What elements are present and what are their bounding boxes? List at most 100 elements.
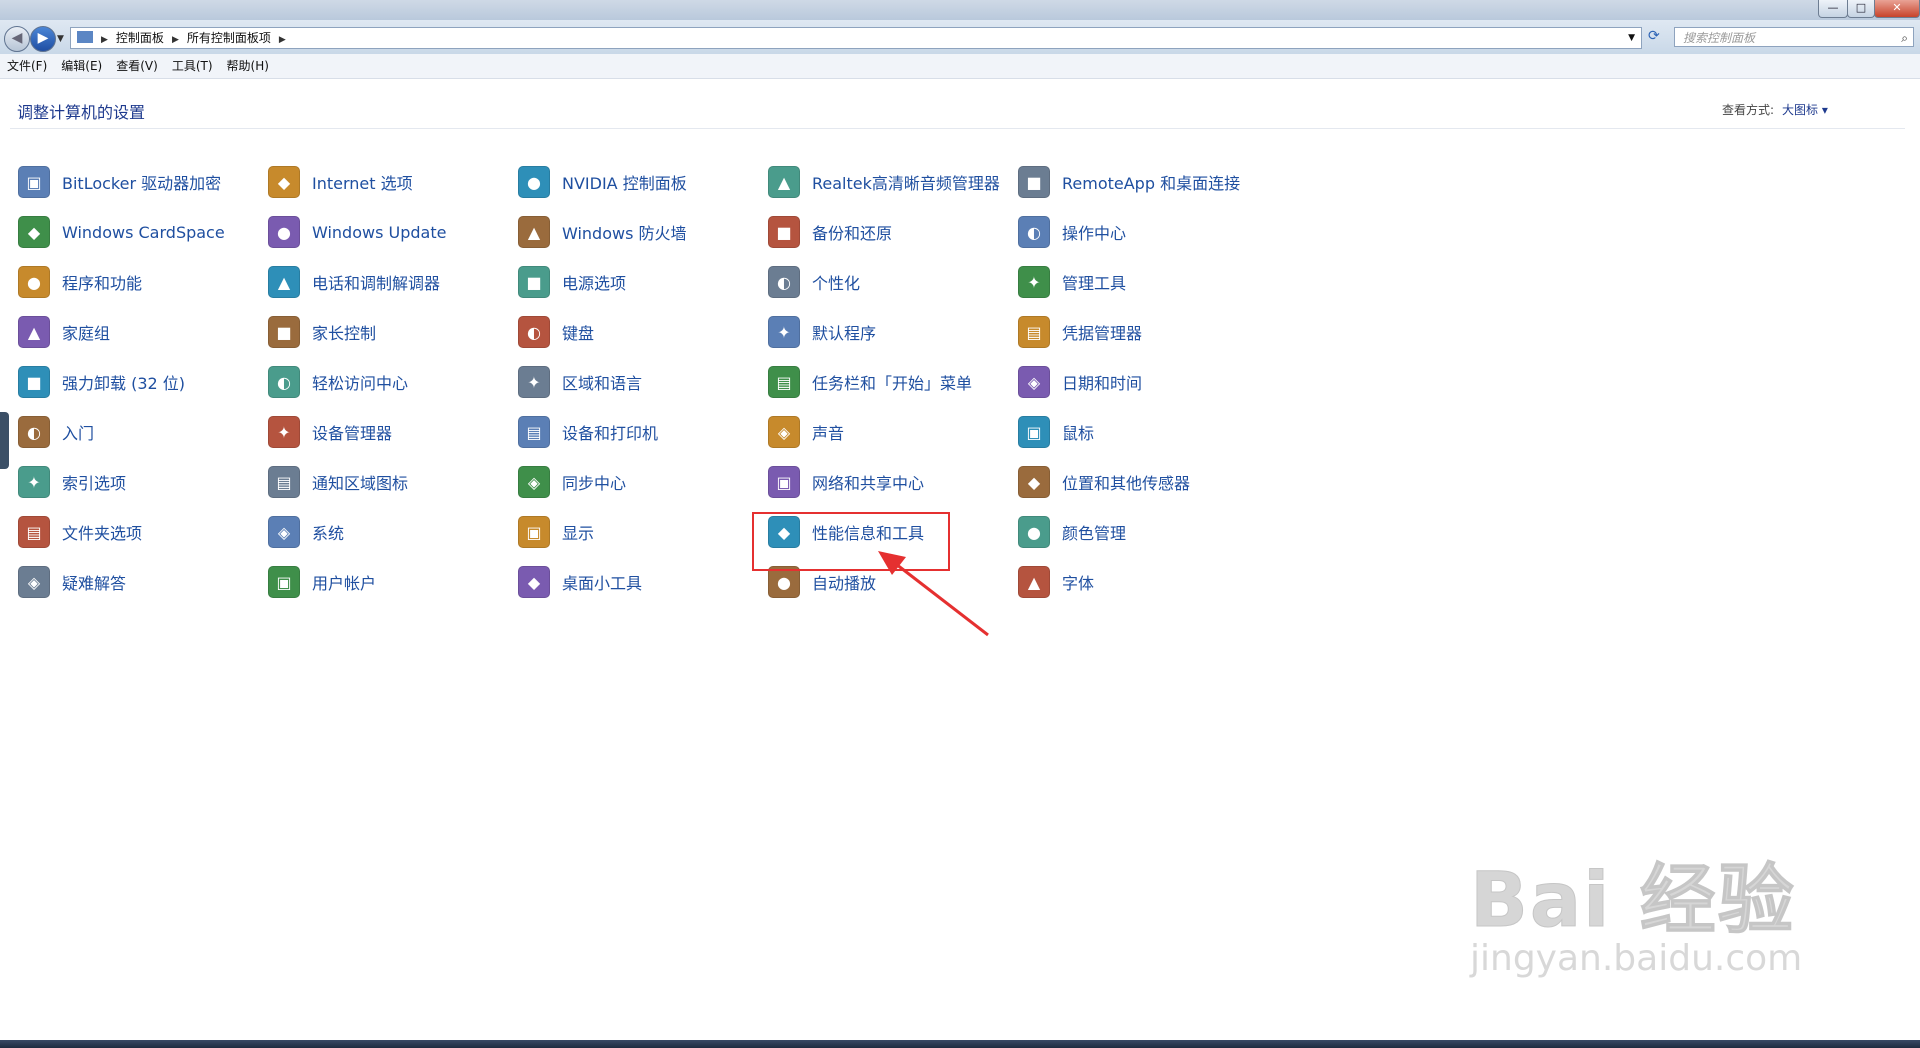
cp-item-label: NVIDIA 控制面板 <box>562 174 687 193</box>
cp-item[interactable]: ■ 备份和还原 <box>768 215 892 249</box>
cp-item[interactable]: ◐ 操作中心 <box>1018 215 1126 249</box>
backup-restore-icon: ■ <box>768 216 800 248</box>
cp-item[interactable]: ◈ 日期和时间 <box>1018 365 1142 399</box>
cp-item[interactable]: ▣ 鼠标 <box>1018 415 1094 449</box>
cp-item[interactable]: ◐ 轻松访问中心 <box>268 365 408 399</box>
title-bar: — □ ✕ <box>0 0 1920 20</box>
view-by-dropdown[interactable]: 大图标 ▾ <box>1782 103 1828 117</box>
cp-item[interactable]: ▤ 通知区域图标 <box>268 465 408 499</box>
cp-item-label: 电源选项 <box>562 274 627 293</box>
cp-item[interactable]: ■ 强力卸载 (32 位) <box>18 365 185 399</box>
cp-item[interactable]: ◈ 系统 <box>268 515 344 549</box>
cp-item[interactable]: ▤ 文件夹选项 <box>18 515 142 549</box>
cp-item-label: 同步中心 <box>562 474 627 493</box>
menu-edit[interactable]: 编辑(E) <box>54 54 109 78</box>
location-sensors-icon: ◆ <box>1018 466 1050 498</box>
menu-view[interactable]: 查看(V) <box>109 54 165 78</box>
cp-item[interactable]: ▲ 家庭组 <box>18 315 110 349</box>
cp-item[interactable]: ◈ 同步中心 <box>518 465 626 499</box>
cp-item[interactable]: ▲ 字体 <box>1018 565 1094 599</box>
menu-help[interactable]: 帮助(H) <box>220 54 276 78</box>
cp-item[interactable]: ▲ 电话和调制解调器 <box>268 265 440 299</box>
breadcrumb-separator[interactable]: ▶ <box>279 35 286 45</box>
search-icon[interactable]: ⌕ <box>1901 28 1908 48</box>
cp-item[interactable]: ✦ 索引选项 <box>18 465 126 499</box>
minimize-button[interactable]: — <box>1818 0 1848 18</box>
notification-icons-icon: ▤ <box>268 466 300 498</box>
cp-item-label: 日期和时间 <box>1062 374 1143 393</box>
cp-item[interactable]: ▣ 显示 <box>518 515 594 549</box>
baidu-watermark: Bai 经验 jingyan.baidu.com <box>1470 838 1820 980</box>
taskbar-start-icon: ▤ <box>768 366 800 398</box>
cp-item-label: 备份和还原 <box>812 224 893 243</box>
breadcrumb-control-panel[interactable]: 控制面板 <box>116 31 164 45</box>
back-button[interactable]: ◀ <box>4 26 30 52</box>
cp-item[interactable]: ✦ 默认程序 <box>768 315 876 349</box>
search-input[interactable]: 搜索控制面板 ⌕ <box>1674 27 1914 47</box>
control-panel-icon <box>77 31 93 43</box>
side-gadget-handle[interactable] <box>0 412 9 469</box>
gadgets-icon: ◆ <box>518 566 550 598</box>
cp-item[interactable]: ◈ 声音 <box>768 415 844 449</box>
cp-item-label: 家长控制 <box>312 324 377 343</box>
cp-item-label: 任务栏和「开始」菜单 <box>812 374 973 393</box>
menu-tools[interactable]: 工具(T) <box>165 54 220 78</box>
cp-item[interactable]: ◐ 键盘 <box>518 315 594 349</box>
cp-item[interactable]: ◆ Windows CardSpace <box>18 215 225 249</box>
cp-item[interactable]: ▤ 凭据管理器 <box>1018 315 1142 349</box>
devices-printers-icon: ▤ <box>518 416 550 448</box>
breadcrumb-all-items[interactable]: 所有控制面板项 <box>187 31 271 45</box>
maximize-button[interactable]: □ <box>1847 0 1875 18</box>
cp-item[interactable]: ▣ 用户帐户 <box>268 565 376 599</box>
cp-item[interactable]: ▲ Realtek高清晰音频管理器 <box>768 165 1000 199</box>
cp-item-label: 凭据管理器 <box>1062 324 1143 343</box>
cp-item[interactable]: ● Windows Update <box>268 215 446 249</box>
cp-item-label: 设备和打印机 <box>562 424 659 443</box>
refresh-icon[interactable]: ⟳ <box>1648 28 1660 44</box>
breadcrumb-separator[interactable]: ▶ <box>101 35 108 45</box>
cp-item-label: 入门 <box>62 424 95 443</box>
cp-item[interactable]: ▤ 任务栏和「开始」菜单 <box>768 365 972 399</box>
cp-item-label: 文件夹选项 <box>62 524 143 543</box>
homegroup-icon: ▲ <box>18 316 50 348</box>
forward-button[interactable]: ▶ <box>30 26 56 52</box>
cp-item[interactable]: ■ 家长控制 <box>268 315 376 349</box>
cp-item[interactable]: ◈ 疑难解答 <box>18 565 126 599</box>
cp-item[interactable]: ● NVIDIA 控制面板 <box>518 165 687 199</box>
cp-item[interactable]: ✦ 管理工具 <box>1018 265 1126 299</box>
cp-item[interactable]: ■ RemoteApp 和桌面连接 <box>1018 165 1240 199</box>
page-title: 调整计算机的设置 <box>17 103 146 122</box>
uninstaller-icon: ■ <box>18 366 50 398</box>
cp-item-label: Internet 选项 <box>312 174 413 193</box>
header-divider <box>10 128 1905 129</box>
menu-file[interactable]: 文件(F) <box>0 54 54 78</box>
cp-item[interactable]: ▣ 网络和共享中心 <box>768 465 924 499</box>
cp-item[interactable]: ✦ 区域和语言 <box>518 365 642 399</box>
cp-item[interactable]: ◆ Internet 选项 <box>268 165 413 199</box>
windows-update-icon: ● <box>268 216 300 248</box>
cp-item-label: Windows CardSpace <box>62 222 225 242</box>
cp-item-label: 用户帐户 <box>312 574 377 593</box>
phone-modem-icon: ▲ <box>268 266 300 298</box>
breadcrumb-separator[interactable]: ▶ <box>172 35 179 45</box>
cp-item[interactable]: ● 颜色管理 <box>1018 515 1126 549</box>
cp-item[interactable]: ◐ 个性化 <box>768 265 860 299</box>
cp-item[interactable]: ▤ 设备和打印机 <box>518 415 658 449</box>
close-button[interactable]: ✕ <box>1874 0 1920 18</box>
cp-item-label: RemoteApp 和桌面连接 <box>1062 174 1241 193</box>
cp-item[interactable]: ✦ 设备管理器 <box>268 415 392 449</box>
cp-item[interactable]: ▣ BitLocker 驱动器加密 <box>18 165 221 199</box>
cp-item[interactable]: ◐ 入门 <box>18 415 94 449</box>
indexing-icon: ✦ <box>18 466 50 498</box>
cp-item[interactable]: ◆ 位置和其他传感器 <box>1018 465 1190 499</box>
cp-item[interactable]: ● 程序和功能 <box>18 265 142 299</box>
cardspace-icon: ◆ <box>18 216 50 248</box>
address-dropdown-icon[interactable]: ▼ <box>1628 28 1635 48</box>
cp-item-label: 声音 <box>812 424 845 443</box>
cp-item[interactable]: ■ 电源选项 <box>518 265 626 299</box>
address-bar[interactable]: ▶ 控制面板 ▶ 所有控制面板项 ▶ ▼ <box>70 27 1642 49</box>
cp-item-label: 通知区域图标 <box>312 474 409 493</box>
cp-item[interactable]: ▲ Windows 防火墙 <box>518 215 687 249</box>
history-dropdown-icon[interactable]: ▼ <box>57 34 64 44</box>
cp-item[interactable]: ◆ 桌面小工具 <box>518 565 642 599</box>
